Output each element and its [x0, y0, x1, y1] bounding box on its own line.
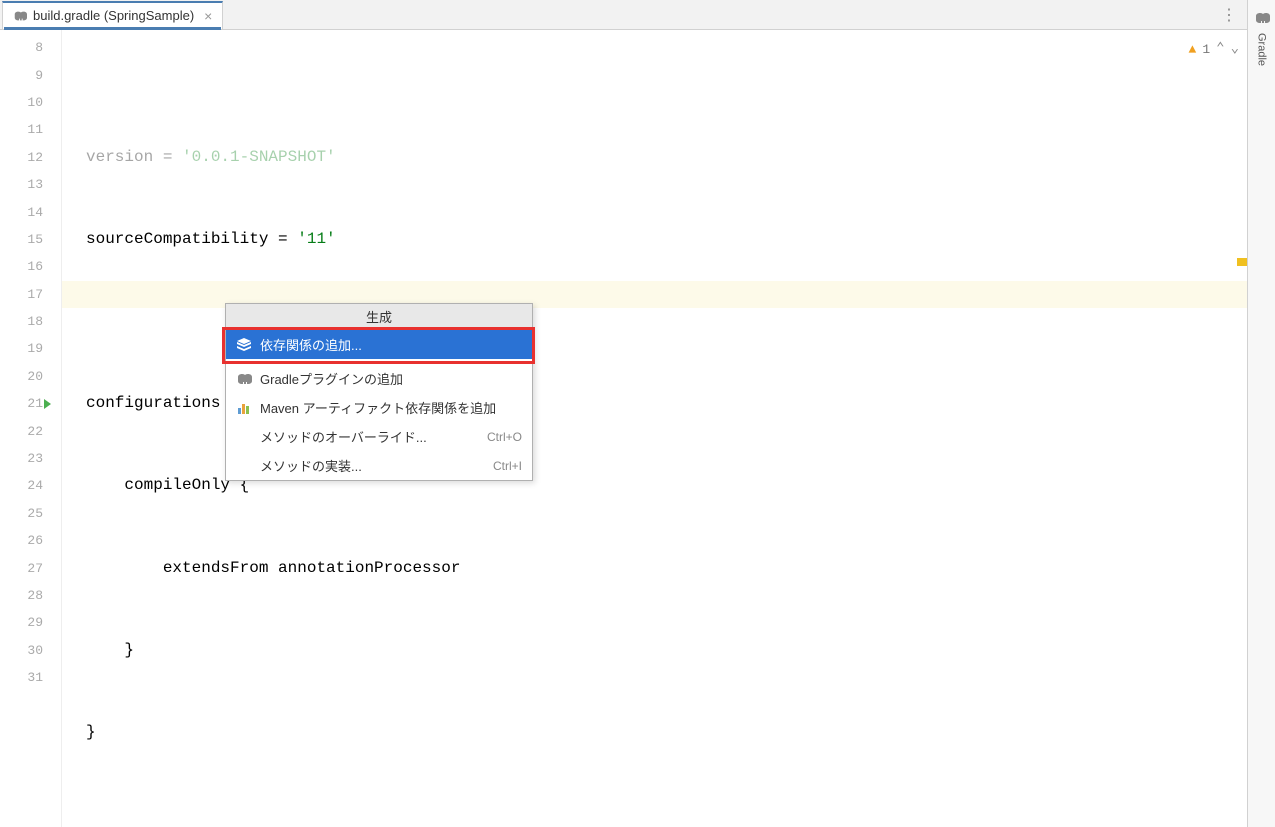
chevron-down-icon[interactable]: ⌄ [1231, 36, 1239, 63]
menu-add-dependency[interactable]: 依存関係の追加... [226, 330, 532, 359]
sidebar-label: Gradle [1256, 33, 1268, 66]
menu-add-maven-dependency[interactable]: Maven アーティファクト依存関係を追加 [226, 393, 532, 422]
line-number: 17 [0, 281, 61, 308]
line-number: 28 [0, 582, 61, 609]
line-number: 20 [0, 363, 61, 390]
line-number: 12 [0, 144, 61, 171]
tab-filename: build.gradle (SpringSample) [33, 8, 194, 23]
right-toolbar: Gradle [1247, 0, 1275, 827]
menu-override-methods[interactable]: メソッドのオーバーライド... Ctrl+O [226, 422, 532, 451]
menu-label: Maven アーティファクト依存関係を追加 [260, 398, 496, 417]
line-number: 18 [0, 308, 61, 335]
line-number: 14 [0, 198, 61, 225]
line-number[interactable]: 21 [0, 390, 61, 417]
line-number: 10 [0, 89, 61, 116]
line-number: 9 [0, 61, 61, 88]
line-number: 11 [0, 116, 61, 143]
warning-count: 1 [1202, 36, 1210, 63]
layers-icon [236, 337, 252, 353]
line-number: 27 [0, 554, 61, 581]
menu-label: メソッドのオーバーライド... [260, 427, 427, 446]
line-number: 22 [0, 417, 61, 444]
line-number: 15 [0, 226, 61, 253]
shortcut: Ctrl+I [493, 459, 522, 473]
editor-tab[interactable]: build.gradle (SpringSample) × [2, 1, 223, 29]
line-number: 16 [0, 253, 61, 280]
menu-label: Gradleプラグインの追加 [260, 369, 403, 388]
line-number: 23 [0, 445, 61, 472]
line-number: 13 [0, 171, 61, 198]
line-number: 30 [0, 637, 61, 664]
warning-marker[interactable] [1237, 258, 1247, 266]
more-icon[interactable]: ⋮ [1211, 5, 1247, 25]
elephant-icon [236, 371, 252, 387]
chevron-up-icon[interactable]: ⌃ [1216, 36, 1224, 63]
menu-label: メソッドの実装... [260, 456, 362, 475]
elephant-icon [1254, 10, 1270, 31]
generate-popup: 生成 依存関係の追加... Gradleプラグインの追加 Maven アーティフ… [225, 303, 533, 481]
line-number: 29 [0, 609, 61, 636]
line-number: 8 [0, 34, 61, 61]
close-icon[interactable]: × [204, 8, 212, 24]
menu-label: 依存関係の追加... [260, 335, 362, 354]
line-gutter: 8 9 10 11 12 13 14 15 16 17 18 19 20 21 … [0, 30, 62, 827]
popup-title: 生成 [226, 304, 532, 330]
menu-implement-methods[interactable]: メソッドの実装... Ctrl+I [226, 451, 532, 480]
gradle-tool-window[interactable]: Gradle [1248, 6, 1275, 70]
elephant-icon [13, 9, 27, 23]
inspection-badge[interactable]: ▲ 1 ⌃ ⌄ [1189, 36, 1240, 63]
shortcut: Ctrl+O [487, 430, 522, 444]
line-number: 31 [0, 664, 61, 691]
line-number: 24 [0, 472, 61, 499]
menu-add-gradle-plugin[interactable]: Gradleプラグインの追加 [226, 364, 532, 393]
tab-bar: build.gradle (SpringSample) × ⋮ [0, 0, 1247, 30]
line-number: 25 [0, 500, 61, 527]
bars-icon [236, 400, 252, 416]
warning-icon: ▲ [1189, 36, 1197, 63]
line-number: 19 [0, 335, 61, 362]
line-number: 26 [0, 527, 61, 554]
